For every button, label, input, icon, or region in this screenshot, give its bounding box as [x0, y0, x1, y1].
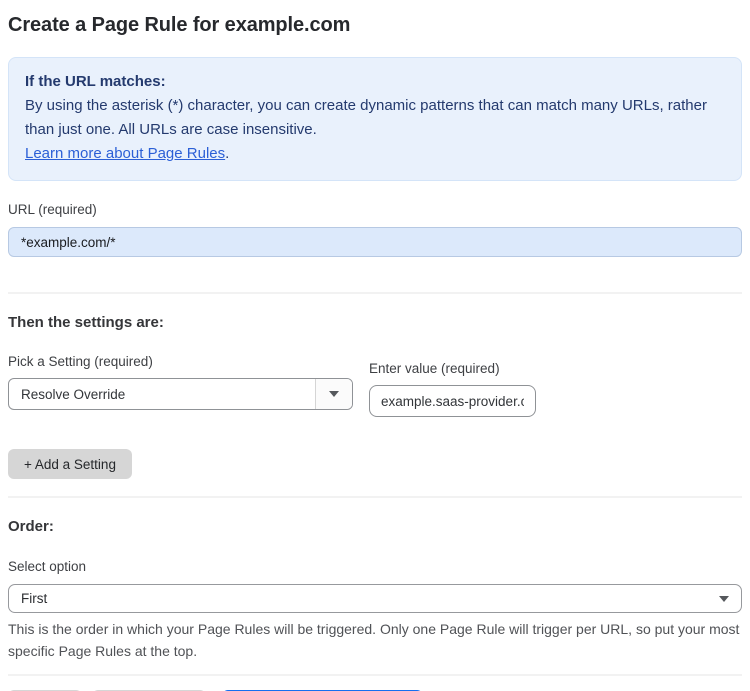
link-period: .: [225, 145, 230, 162]
add-setting-button[interactable]: + Add a Setting: [8, 449, 132, 479]
order-select-label: Select option: [8, 559, 87, 574]
url-field-label: URL (required): [8, 202, 97, 217]
section-divider: [8, 496, 742, 498]
setting-dropdown-value: Resolve Override: [21, 386, 126, 402]
info-box-heading: If the URL matches:: [25, 73, 166, 90]
page-title: Create a Page Rule for example.com: [8, 14, 351, 36]
setting-value-input[interactable]: [369, 385, 536, 417]
order-help-text: This is the order in which your Page Rul…: [8, 621, 740, 659]
caret-down-icon: [329, 391, 339, 397]
url-input[interactable]: [8, 227, 742, 257]
setting-row: Pick a Setting (required) Resolve Overri…: [8, 354, 742, 417]
setting-dropdown[interactable]: Resolve Override: [8, 378, 353, 410]
setting-picker-column: Pick a Setting (required) Resolve Overri…: [8, 354, 353, 417]
order-dropdown-value: First: [21, 591, 48, 606]
info-box-body: By using the asterisk (*) character, you…: [25, 97, 707, 138]
footer-divider: [8, 674, 742, 676]
order-section-heading: Order:: [8, 518, 54, 535]
setting-value-column: Enter value (required): [369, 361, 536, 417]
url-match-info-box: If the URL matches: By using the asteris…: [8, 57, 742, 181]
section-divider: [8, 292, 742, 294]
caret-down-icon: [719, 595, 729, 602]
setting-picker-label: Pick a Setting (required): [8, 354, 153, 369]
learn-more-link[interactable]: Learn more about Page Rules: [25, 145, 225, 162]
order-dropdown[interactable]: First: [8, 584, 742, 613]
settings-section-heading: Then the settings are:: [8, 314, 164, 331]
info-box-link-line: Learn more about Page Rules.: [25, 142, 725, 166]
setting-dropdown-button[interactable]: [315, 379, 352, 409]
create-page-rule-form: Create a Page Rule for example.com If th…: [0, 0, 750, 691]
value-field-label: Enter value (required): [369, 361, 500, 376]
